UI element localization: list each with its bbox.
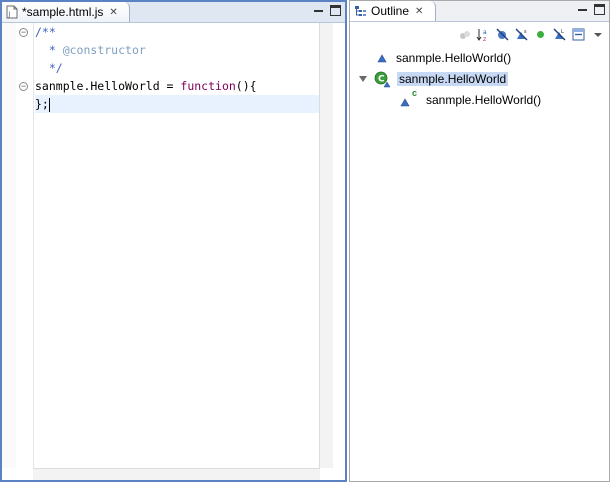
minimize-icon[interactable] (577, 4, 588, 15)
outline-item-label: sanmple.HelloWorld (397, 72, 509, 86)
svg-text:C: C (378, 74, 385, 84)
collapse-all-icon[interactable] (571, 27, 586, 42)
overview-ruler (2, 23, 17, 468)
maximize-icon[interactable] (594, 4, 605, 15)
code-token: */ (35, 61, 63, 75)
code-line[interactable]: * @constructor (35, 41, 319, 59)
code-token: function (180, 79, 236, 93)
svg-text:s: s (524, 29, 527, 35)
code-token: (){ (235, 79, 257, 93)
code-token: }; (35, 97, 49, 111)
code-line[interactable]: */ (35, 59, 319, 77)
code-token: sanmple.HelloWorld = (35, 79, 181, 93)
hide-non-public-icon[interactable]: s (514, 27, 529, 42)
code-line[interactable]: }; (35, 95, 319, 113)
vertical-scrollbar[interactable] (319, 23, 333, 468)
folding-column: − − (16, 23, 34, 468)
hide-fields-icon[interactable] (457, 27, 472, 42)
hide-local-types-icon[interactable]: L (552, 27, 567, 42)
outline-tab-bar: Outline ✕ (350, 1, 609, 22)
outline-view-icon (355, 5, 366, 16)
code-token: @constructor (62, 43, 146, 57)
view-menu-icon[interactable] (590, 27, 605, 42)
svg-text:L: L (561, 29, 564, 35)
outline-window-buttons (577, 4, 605, 15)
fold-collapse-icon[interactable]: − (19, 28, 28, 37)
hide-static-icon[interactable] (495, 27, 510, 42)
expanded-triangle-icon[interactable] (358, 74, 368, 84)
class-icon: C (374, 71, 391, 87)
fold-collapse-icon[interactable]: − (19, 82, 28, 91)
sort-alphabetically-icon[interactable]: az (476, 27, 491, 42)
outline-item[interactable]: C sanmple.HelloWorld (358, 70, 509, 88)
public-member-icon[interactable] (533, 27, 548, 42)
code-token: * (35, 43, 63, 57)
editor-tab[interactable]: J *sample.html.js ✕ (2, 2, 130, 22)
maximize-icon[interactable] (330, 5, 341, 16)
editor-body[interactable]: − − /** * @constructor */ sanmple.HelloWo… (2, 23, 345, 480)
code-token: /** (35, 25, 56, 39)
outline-item[interactable]: sanmple.HelloWorld() c (400, 88, 543, 109)
svg-text:a: a (483, 29, 487, 36)
outline-toolbar: az s L (457, 27, 605, 42)
horizontal-scrollbar[interactable] (33, 468, 320, 480)
code-area[interactable]: /** * @constructor */ sanmple.HelloWorld … (35, 23, 319, 468)
constructor-badge: c (412, 88, 418, 98)
js-file-icon: J (6, 5, 18, 19)
editor-window-buttons (313, 5, 341, 16)
outline-tree: sanmple.HelloWorld() C sanmple.HelloWorl… (350, 43, 609, 481)
code-line[interactable]: /** (35, 23, 319, 41)
editor-pane: J *sample.html.js ✕ − − /** * @construct… (0, 0, 347, 482)
method-icon (377, 54, 387, 63)
text-cursor (48, 97, 50, 112)
outline-pane: Outline ✕ az s L sanmple.HelloWorld() C … (349, 0, 610, 482)
editor-tab-title: *sample.html.js (22, 5, 104, 19)
outline-item-label: sanmple.HelloWorld() (426, 93, 542, 107)
close-icon[interactable]: ✕ (109, 7, 117, 18)
svg-text:z: z (483, 36, 486, 42)
outline-tab-title: Outline (371, 4, 410, 18)
outline-tab[interactable]: Outline ✕ (350, 1, 436, 21)
code-line[interactable]: sanmple.HelloWorld = function(){ (35, 77, 319, 95)
outline-item-label: sanmple.HelloWorld() (396, 51, 512, 65)
minimize-icon[interactable] (313, 5, 324, 16)
outline-item[interactable]: sanmple.HelloWorld() (376, 49, 513, 67)
svg-text:J: J (8, 11, 11, 18)
editor-tab-bar: J *sample.html.js ✕ (2, 2, 345, 23)
close-icon[interactable]: ✕ (415, 6, 423, 17)
